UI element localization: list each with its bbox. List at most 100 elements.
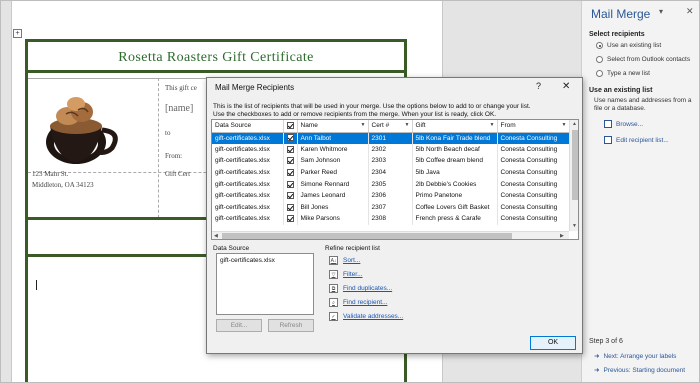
cell-gift: Coffee Lovers Gift Basket <box>412 201 498 214</box>
scroll-up-arrow-icon[interactable]: ▲ <box>572 121 577 127</box>
table-move-handle-icon[interactable]: + <box>13 29 22 38</box>
radio-use-existing-list[interactable]: Use an existing list <box>596 42 661 49</box>
table-row[interactable]: gift-certificates.xlsx Parker Reed 2304 … <box>212 166 570 179</box>
validate-addresses-link[interactable]: ✓ Validate addresses... <box>329 312 403 321</box>
pane-close-icon[interactable]: ✕ <box>686 6 694 17</box>
pane-options-caret-icon[interactable]: ▾ <box>659 7 663 16</box>
refine-recipient-list-label: Refine recipient list <box>325 245 380 252</box>
text-cursor <box>36 280 37 290</box>
help-button[interactable]: ? <box>536 81 541 91</box>
row-checkbox[interactable] <box>286 215 294 223</box>
data-source-list[interactable]: gift-certificates.xlsx <box>216 253 314 315</box>
validate-icon: ✓ <box>329 312 338 321</box>
sort-link[interactable]: A↓ Sort... <box>329 256 360 265</box>
find-recipient-link[interactable]: ⌕ Find recipient... <box>329 298 387 307</box>
cell-source: gift-certificates.xlsx <box>212 166 284 179</box>
cell-source: gift-certificates.xlsx <box>212 213 284 225</box>
cell-from: Conesta Consulting <box>497 189 570 202</box>
filter-label: Filter... <box>343 271 363 278</box>
column-header-checkbox[interactable] <box>283 120 298 133</box>
gift-cert-label: Gift Cert <box>165 170 191 178</box>
dropdown-arrow-icon[interactable]: ▼ <box>361 122 366 128</box>
radio-type-new-list[interactable]: Type a new list <box>596 70 650 77</box>
row-checkbox[interactable] <box>286 203 294 211</box>
column-header-cert[interactable]: Cert # ▼ <box>368 120 413 133</box>
wizard-step-label: Step 3 of 6 <box>589 338 623 345</box>
radio-label: Use an existing list <box>607 42 662 49</box>
row-checkbox[interactable] <box>286 192 294 200</box>
dialog-description-line-2: Use the checkboxes to add or remove reci… <box>213 111 497 118</box>
filter-link[interactable]: ▽ Filter... <box>329 270 363 279</box>
column-header-data-source[interactable]: Data Source <box>212 120 284 133</box>
ok-button[interactable]: OK <box>530 336 576 350</box>
edit-recipient-list-label: Edit recipient list... <box>616 136 669 144</box>
dialog-close-icon[interactable]: ✕ <box>562 81 570 92</box>
horizontal-scrollbar[interactable]: ◀ ▶ <box>212 231 569 239</box>
table-row[interactable]: gift-certificates.xlsx Bill Jones 2307 C… <box>212 201 570 214</box>
validate-addresses-label: Validate addresses... <box>343 313 404 320</box>
data-source-item[interactable]: gift-certificates.xlsx <box>220 257 275 264</box>
cell-source: gift-certificates.xlsx <box>212 132 284 144</box>
radio-label: Select from Outlook contacts <box>607 56 691 63</box>
row-checkbox[interactable] <box>286 180 294 188</box>
coffee-cup-logo <box>46 97 118 164</box>
duplicates-icon: ⧉ <box>329 284 338 293</box>
column-header-from[interactable]: From ▼ <box>497 120 570 133</box>
row-checkbox[interactable] <box>286 168 294 176</box>
previous-step-link[interactable]: ➜ Previous: Starting document <box>594 366 685 375</box>
next-step-link[interactable]: ➜ Next: Arrange your labels <box>594 352 677 361</box>
scroll-right-arrow-icon[interactable]: ▶ <box>560 233 564 239</box>
table-row[interactable]: gift-certificates.xlsx Karen Whitmore 23… <box>212 143 570 156</box>
cell-cert: 2306 <box>368 189 413 202</box>
mail-merge-pane: Mail Merge ▾ ✕ Select recipients Use an … <box>581 1 699 382</box>
radio-icon[interactable] <box>596 56 603 63</box>
recipients-grid[interactable]: Data Source Name ▼ Cert # ▼ Gift ▼ From ▼ gi… <box>211 119 579 240</box>
vertical-scroll-thumb[interactable] <box>572 130 578 200</box>
column-header-gift[interactable]: Gift ▼ <box>412 120 498 133</box>
find-recipient-label: Find recipient... <box>343 299 388 306</box>
table-row[interactable]: gift-certificates.xlsx Ann Talbot 2301 5… <box>212 132 570 144</box>
cell-source: gift-certificates.xlsx <box>212 189 284 202</box>
table-row[interactable]: gift-certificates.xlsx Mike Parsons 2308… <box>212 213 570 225</box>
cell-checkbox <box>283 213 298 225</box>
find-duplicates-link[interactable]: ⧉ Find duplicates... <box>329 284 392 293</box>
vertical-scrollbar[interactable]: ▲ ▼ <box>569 120 578 231</box>
select-all-checkbox[interactable] <box>286 122 294 130</box>
table-row[interactable]: gift-certificates.xlsx Simone Rennard 23… <box>212 178 570 190</box>
cell-gift: 5lb North Beach decaf <box>412 143 498 156</box>
cell-checkbox <box>283 143 298 156</box>
find-recipient-icon: ⌕ <box>329 298 338 307</box>
existing-list-heading: Use an existing list <box>589 87 653 94</box>
radio-icon[interactable] <box>596 70 603 77</box>
filter-icon: ▽ <box>329 270 338 279</box>
sort-label: Sort... <box>343 257 361 264</box>
cell-source: gift-certificates.xlsx <box>212 155 284 167</box>
scroll-down-arrow-icon[interactable]: ▼ <box>572 223 577 229</box>
dropdown-arrow-icon[interactable]: ▼ <box>562 122 567 128</box>
browse-link[interactable]: Browse... <box>604 120 643 128</box>
row-checkbox[interactable] <box>286 157 294 165</box>
column-header-name[interactable]: Name ▼ <box>297 120 369 133</box>
refresh-button[interactable]: Refresh <box>268 319 314 332</box>
table-row[interactable]: gift-certificates.xlsx Sam Johnson 2303 … <box>212 155 570 167</box>
radio-selected-icon[interactable] <box>596 42 603 49</box>
radio-outlook-contacts[interactable]: Select from Outlook contacts <box>596 56 690 63</box>
row-checkbox[interactable] <box>286 145 294 153</box>
address-line-2: Middleton, OA 34123 <box>32 181 94 189</box>
cell-from: Conesta Consulting <box>497 132 570 144</box>
scroll-left-arrow-icon[interactable]: ◀ <box>214 233 218 239</box>
cell-cert: 2302 <box>368 143 413 156</box>
edit-recipient-list-link[interactable]: Edit recipient list... <box>604 136 669 144</box>
horizontal-scroll-thumb[interactable] <box>222 233 512 239</box>
row-checkbox[interactable] <box>286 134 294 142</box>
name-merge-field[interactable]: [name] <box>165 103 193 114</box>
select-recipients-heading: Select recipients <box>589 31 645 38</box>
dropdown-arrow-icon[interactable]: ▼ <box>405 122 410 128</box>
table-row[interactable]: gift-certificates.xlsx James Leonard 230… <box>212 189 570 202</box>
previous-arrow-icon: ➜ <box>594 367 600 374</box>
pane-title: Mail Merge <box>591 7 651 21</box>
edit-button[interactable]: Edit... <box>216 319 262 332</box>
dropdown-arrow-icon[interactable]: ▼ <box>490 122 495 128</box>
cell-gift: French press & Carafe <box>412 213 498 225</box>
next-step-label: Next: Arrange your labels <box>603 352 677 360</box>
